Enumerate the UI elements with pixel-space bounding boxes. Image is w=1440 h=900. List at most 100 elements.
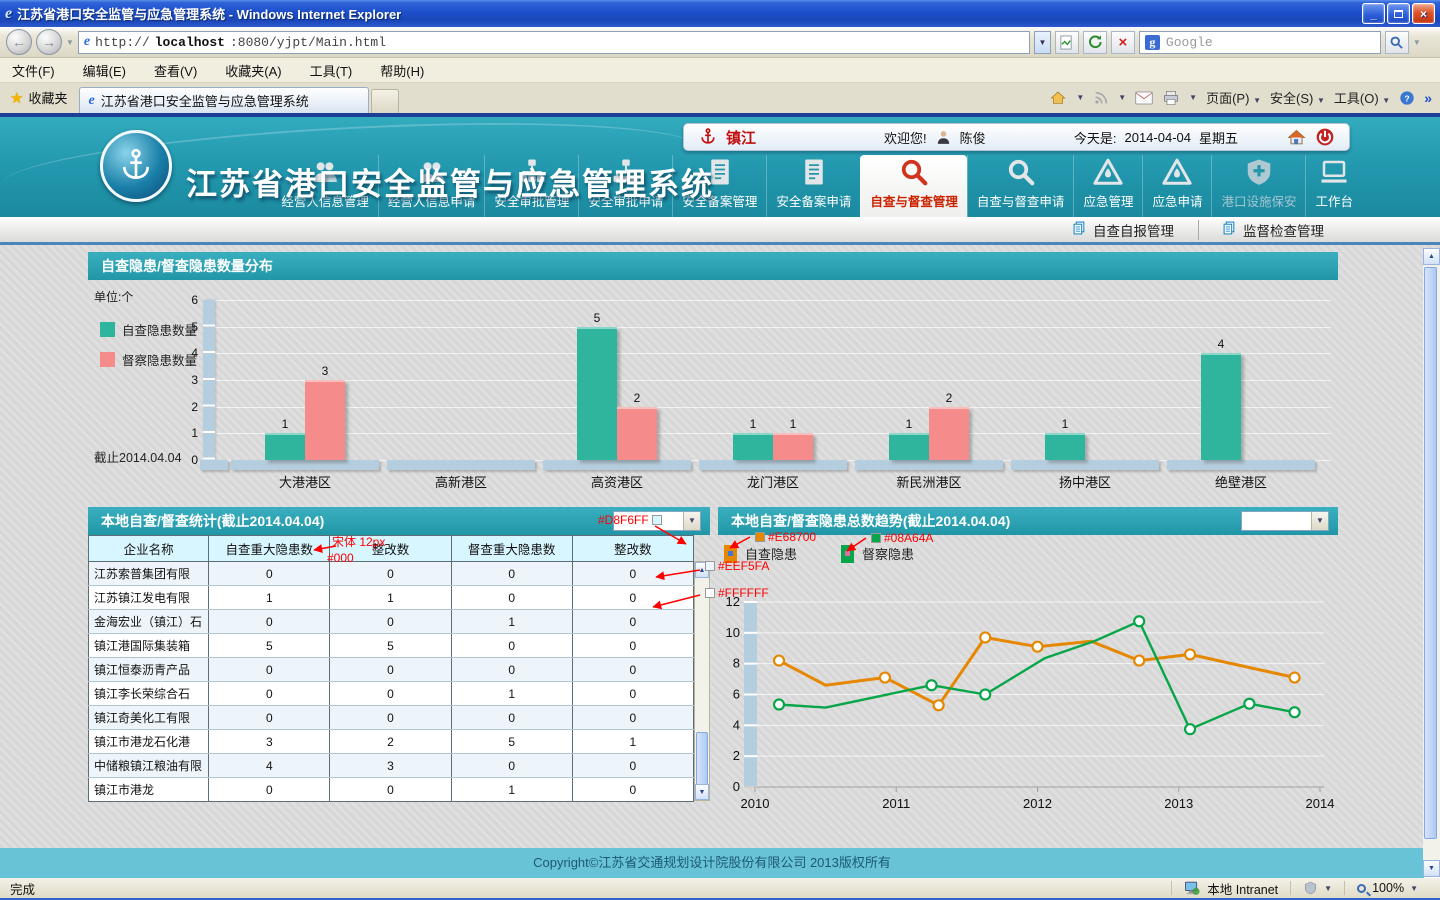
menu-item[interactable]: 帮助(H)	[380, 61, 424, 80]
rss-dropdown-icon[interactable]: ▼	[1118, 93, 1126, 102]
search-options-dropdown-icon[interactable]: ▼	[1413, 38, 1421, 47]
table-row[interactable]: 镇江市港龙石化港3251	[89, 730, 694, 754]
table-row[interactable]: 镇江恒泰沥青产品0000	[89, 658, 694, 682]
help-icon[interactable]: ?	[1399, 90, 1415, 106]
user-name: 陈俊	[960, 128, 986, 147]
new-tab-stub[interactable]	[371, 89, 399, 113]
search-button[interactable]	[1385, 31, 1409, 54]
scroll-down-icon[interactable]: ▼	[1423, 860, 1440, 877]
menu-item[interactable]: 文件(F)	[12, 61, 55, 80]
anchor-logo-icon	[116, 146, 156, 186]
home-shortcut-icon[interactable]	[1286, 128, 1307, 147]
bar-value-label: 4	[1201, 337, 1241, 351]
refresh-button[interactable]	[1083, 31, 1107, 54]
menu-item[interactable]: 查看(V)	[154, 61, 197, 80]
favorites-button[interactable]: ★ 收藏夹	[10, 88, 67, 107]
company-name-cell: 镇江恒泰沥青产品	[89, 658, 209, 682]
menu-item[interactable]: 收藏夹(A)	[225, 61, 281, 80]
zoom-icon	[1357, 884, 1366, 893]
color-swatch	[755, 532, 765, 542]
status-text: 完成	[10, 879, 35, 898]
print-icon[interactable]	[1162, 90, 1180, 106]
gridline	[203, 380, 1331, 381]
data-point-marker	[1033, 642, 1043, 652]
nav-item-search-7[interactable]: 自查与督查申请	[967, 155, 1074, 217]
command-security[interactable]: 安全(S) ▼	[1270, 88, 1325, 107]
bar-value-label: 5	[577, 311, 617, 325]
nav-item-shield-10[interactable]: 港口设施保安	[1211, 155, 1305, 217]
bar-value-label: 3	[305, 364, 345, 378]
category-label: 绝壁港区	[1167, 472, 1315, 491]
page-scrollbar[interactable]: ▲ ▼	[1423, 248, 1440, 877]
subnav-item-0[interactable]: 自查自报管理	[1049, 220, 1198, 240]
page-scroll-thumb[interactable]	[1424, 267, 1437, 839]
data-point-marker	[927, 680, 937, 690]
command-tools[interactable]: 工具(O) ▼	[1334, 88, 1390, 107]
y-axis-tick-label: 4	[174, 346, 198, 360]
history-dropdown-icon[interactable]: ▼	[66, 38, 74, 47]
scroll-up-icon[interactable]: ▲	[1423, 248, 1440, 265]
logout-power-icon[interactable]	[1315, 127, 1335, 147]
value-cell: 0	[451, 634, 572, 658]
favorites-label: 收藏夹	[28, 88, 67, 107]
search-input[interactable]: g Google	[1139, 31, 1381, 54]
subnav-item-1[interactable]: 监督检查管理	[1198, 220, 1348, 240]
nav-item-laptop-11[interactable]: 工作台	[1305, 155, 1362, 217]
trend-filter-dropdown[interactable]: ▼	[1241, 511, 1329, 531]
table-row[interactable]: 镇江李长荣综合石0010	[89, 682, 694, 706]
intranet-zone-icon	[1184, 881, 1201, 896]
bar-value-label: 1	[773, 417, 813, 431]
table-row[interactable]: 镇江港国际集装箱5500	[89, 634, 694, 658]
alert-icon	[1093, 157, 1123, 187]
phishing-filter[interactable]: ▼	[1290, 881, 1344, 895]
address-dropdown-button[interactable]: ▼	[1034, 31, 1051, 54]
company-name-cell: 镇江市港龙	[89, 778, 209, 802]
table-row[interactable]: 江苏索普集团有限0000	[89, 562, 694, 586]
stop-button[interactable]: ×	[1111, 31, 1135, 54]
home-dropdown-icon[interactable]: ▼	[1076, 93, 1084, 102]
table-row[interactable]: 中储粮镇江粮油有限4300	[89, 754, 694, 778]
rss-icon[interactable]	[1093, 90, 1109, 106]
mail-icon[interactable]	[1135, 91, 1153, 105]
back-button[interactable]: ←	[6, 29, 32, 55]
nav-item-alert-9[interactable]: 应急申请	[1142, 155, 1211, 217]
menu-item[interactable]: 工具(T)	[310, 61, 353, 80]
bar-supervise	[617, 407, 657, 460]
design-annotation: #D8F6FF	[598, 513, 665, 527]
table-panel-title: 本地自查/督查统计(截止2014.04.04)	[101, 513, 324, 529]
menu-item[interactable]: 编辑(E)	[83, 61, 126, 80]
minimize-button[interactable]: _	[1362, 3, 1385, 24]
restore-button[interactable]	[1387, 3, 1410, 24]
value-cell: 0	[330, 562, 451, 586]
home-icon[interactable]	[1049, 90, 1067, 106]
y-axis-tick-label: 2	[174, 400, 198, 414]
value-cell: 0	[572, 586, 693, 610]
nav-item-search-6[interactable]: 自查与督查管理	[860, 155, 967, 217]
print-dropdown-icon[interactable]: ▼	[1189, 93, 1197, 102]
nav-item-label: 港口设施保安	[1221, 191, 1296, 210]
table-row[interactable]: 金海宏业（镇江）石0010	[89, 610, 694, 634]
x-axis-tick-label: 2014	[1306, 796, 1335, 811]
zoom-control[interactable]: 100% ▼	[1344, 881, 1430, 895]
close-button[interactable]: ×	[1412, 3, 1435, 24]
url-field[interactable]: e http://localhost:8080/yjpt/Main.html	[78, 31, 1030, 54]
table-row[interactable]: 镇江奇美化工有限0000	[89, 706, 694, 730]
table-scroll-thumb[interactable]	[696, 732, 708, 788]
window-titlebar[interactable]: e 江苏省港口安全监管与应急管理系统 - Windows Internet Ex…	[0, 0, 1440, 27]
trend-panel-title: 本地自查/督查隐患总数趋势(截止2014.04.04)	[731, 513, 1010, 529]
forward-button[interactable]: →	[36, 29, 62, 55]
table-row[interactable]: 镇江市港龙0010	[89, 778, 694, 802]
restore-icon	[1394, 10, 1403, 18]
table-row[interactable]: 江苏镇江发电有限1100	[89, 586, 694, 610]
nav-item-doc-5[interactable]: 安全备案申请	[766, 155, 860, 217]
compatibility-view-button[interactable]	[1055, 31, 1079, 54]
bar-value-label: 1	[265, 417, 305, 431]
chevron-down-icon: ▼	[683, 512, 700, 530]
nav-item-alert-8[interactable]: 应急管理	[1073, 155, 1142, 217]
overflow-chevron[interactable]: »	[1424, 90, 1432, 106]
scroll-down-icon[interactable]: ▼	[695, 784, 709, 800]
tab-active[interactable]: e 江苏省港口安全监管与应急管理系统	[79, 87, 369, 113]
command-page[interactable]: 页面(P) ▼	[1206, 88, 1261, 107]
gridline	[203, 327, 1331, 328]
zone-label: 本地 Intranet	[1207, 879, 1278, 898]
